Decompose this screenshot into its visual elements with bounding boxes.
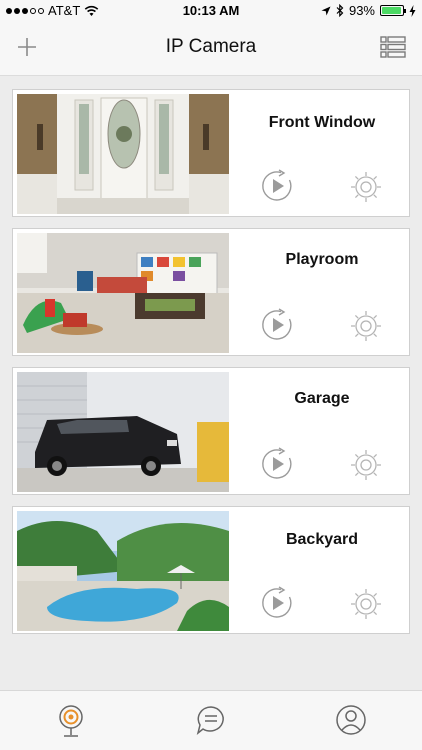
play-icon[interactable] (259, 585, 295, 621)
camera-name-garage: Garage (294, 390, 350, 407)
battery-fill (382, 7, 401, 14)
list-view-button[interactable] (380, 36, 406, 58)
location-arrow-icon (321, 6, 331, 15)
tab-profile-user-icon[interactable] (334, 703, 368, 739)
play-icon[interactable] (259, 307, 295, 343)
bluetooth-icon (336, 4, 344, 17)
status-bar: AT&T 10:13 AM 93% (0, 0, 422, 22)
camera-snapshot-backyard[interactable] (17, 511, 229, 631)
camera-card-playroom[interactable]: Playroom (12, 228, 410, 356)
backyard-pool-image (17, 511, 229, 631)
tab-messages-chat-icon[interactable] (194, 703, 228, 739)
settings-gear-icon[interactable] (349, 448, 383, 482)
navigation-bar: IP Camera (0, 22, 422, 76)
camera-snapshot-playroom[interactable] (17, 233, 229, 353)
playroom-image (17, 233, 229, 353)
front-door-image (17, 94, 229, 214)
page-title: IP Camera (165, 36, 257, 57)
camera-name-playroom: Playroom (285, 251, 359, 268)
play-icon[interactable] (259, 446, 295, 482)
tab-bar (0, 690, 422, 750)
camera-card-front-window[interactable]: Front Window (12, 89, 410, 217)
charging-bolt-icon (409, 4, 416, 17)
camera-snapshot-garage[interactable] (17, 372, 229, 492)
camera-snapshot-front-window[interactable] (17, 94, 229, 214)
settings-gear-icon[interactable] (349, 170, 383, 204)
battery-icon (380, 5, 406, 16)
settings-gear-icon[interactable] (349, 309, 383, 343)
camera-card-garage[interactable]: Garage (12, 367, 410, 495)
camera-card-backyard[interactable]: Backyard (12, 506, 410, 634)
tab-camera-webcam-icon[interactable] (54, 703, 88, 739)
battery-percent: 93% (348, 3, 375, 18)
play-icon[interactable] (259, 168, 295, 204)
garage-image (17, 372, 229, 492)
settings-gear-icon[interactable] (349, 587, 383, 621)
camera-name-front-window: Front Window (268, 114, 376, 131)
status-right: 93% (321, 3, 416, 18)
camera-name-backyard: Backyard (285, 531, 359, 548)
